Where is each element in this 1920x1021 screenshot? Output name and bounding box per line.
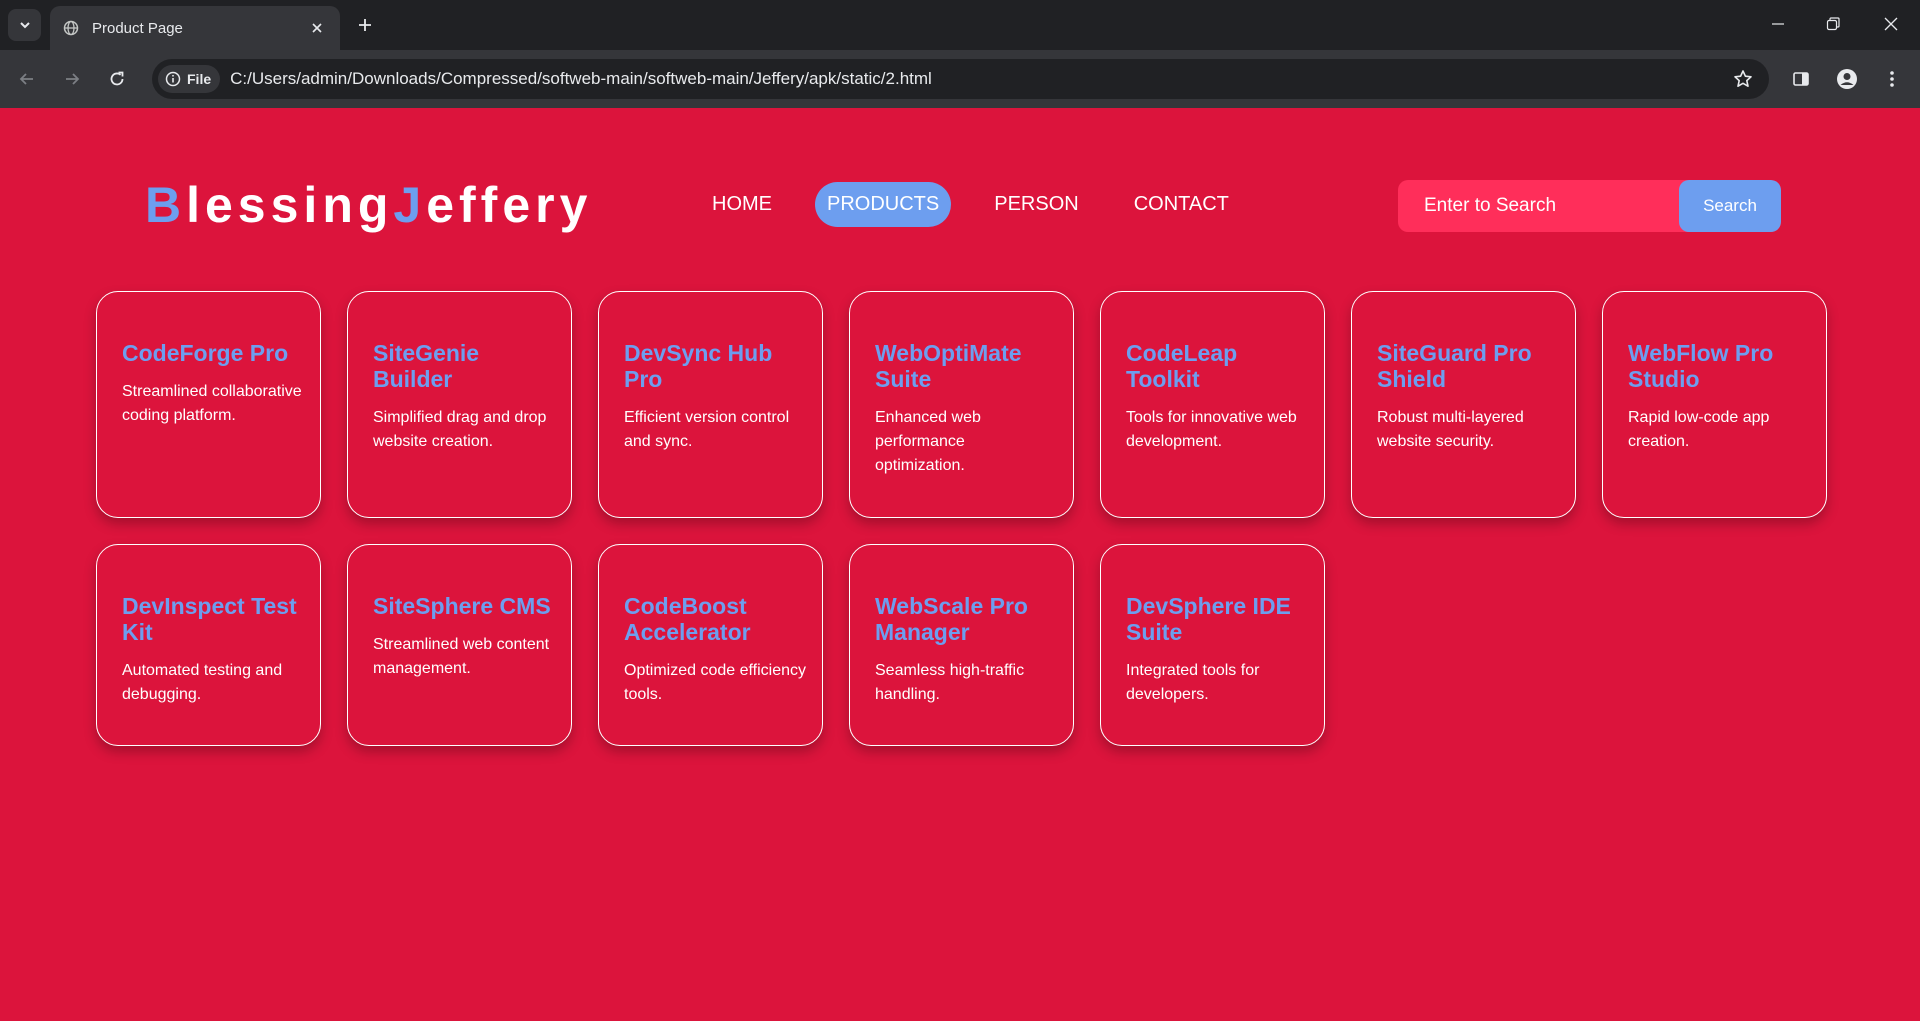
reload-button[interactable] (101, 63, 133, 95)
logo-initial-b: B (145, 177, 187, 233)
more-menu-icon[interactable] (1876, 63, 1908, 95)
browser-toolbar: File C:/Users/admin/Downloads/Compressed… (0, 50, 1920, 108)
product-title: WebFlow Pro Studio (1628, 340, 1774, 392)
product-card[interactable]: SiteGenie Builder Simplified drag and dro… (347, 291, 572, 518)
search-button[interactable]: Search (1679, 180, 1781, 232)
bookmark-star-icon[interactable] (1727, 63, 1759, 95)
globe-icon (62, 19, 80, 37)
product-card[interactable]: WebOptiMate Suite Enhanced web performanc… (849, 291, 1074, 518)
site-logo[interactable]: BlessingJeffery (145, 176, 592, 234)
product-card[interactable]: WebFlow Pro Studio Rapid low-code app cre… (1602, 291, 1827, 518)
product-title: CodeBoost Accelerator (624, 593, 751, 645)
arrow-left-icon (19, 73, 33, 85)
logo-last-rest: effery (426, 177, 593, 233)
product-title: DevSync Hub Pro (624, 340, 773, 392)
reload-icon (110, 71, 124, 86)
product-card[interactable]: DevInspect Test Kit Automated testing and… (96, 544, 321, 746)
product-card[interactable]: SiteSphere CMS Streamlined web content ma… (347, 544, 572, 746)
product-description: Rapid low-code app creation. (1628, 409, 1770, 450)
product-card[interactable]: CodeLeap Toolkit Tools for innovative web… (1100, 291, 1325, 518)
product-description: Streamlined collaborative coding platfor… (122, 383, 302, 424)
restore-icon (1826, 17, 1840, 31)
product-title: DevInspect Test Kit (122, 593, 297, 645)
page-content: BlessingJeffery HOME PRODUCTS PERSON CON… (0, 108, 1920, 1021)
product-description: Seamless high-traffic handling. (875, 662, 1025, 703)
product-card[interactable]: SiteGuard Pro Shield Robust multi-layered… (1351, 291, 1576, 518)
product-description: Automated testing and debugging. (122, 662, 283, 703)
restore-button[interactable] (1813, 8, 1853, 40)
nav-person[interactable]: PERSON (982, 182, 1090, 227)
product-description: Streamlined web content management. (373, 636, 550, 677)
back-button[interactable] (11, 63, 43, 95)
browser-tab-strip: Product Page (0, 0, 1920, 50)
site-info-chip[interactable]: File (158, 65, 221, 93)
product-description: Enhanced web performance optimization. (875, 409, 981, 474)
product-grid: CodeForge Pro Streamlined collaborative c… (96, 291, 1827, 746)
logo-first-rest: lessing (186, 177, 394, 233)
chevron-down-icon (19, 22, 30, 29)
plus-icon (359, 19, 371, 31)
product-card[interactable]: DevSync Hub Pro Efficient version control… (598, 291, 823, 518)
search-input[interactable] (1398, 180, 1679, 232)
close-tab-icon[interactable] (306, 17, 328, 39)
product-description: Simplified drag and drop website creatio… (373, 409, 547, 450)
info-icon (165, 71, 181, 87)
address-bar[interactable]: File C:/Users/admin/Downloads/Compressed… (152, 59, 1769, 99)
product-card[interactable]: CodeBoost Accelerator Optimized code effi… (598, 544, 823, 746)
product-description: Tools for innovative web development. (1126, 409, 1297, 450)
profile-avatar-icon[interactable] (1831, 63, 1863, 95)
product-description: Robust multi-layered website security. (1377, 409, 1524, 450)
product-card[interactable]: WebScale Pro Manager Seamless high-traffi… (849, 544, 1074, 746)
tab-search-button[interactable] (8, 9, 41, 41)
main-nav: HOME PRODUCTS PERSON CONTACT (700, 182, 1272, 227)
product-title: DevSphere IDE Suite (1126, 593, 1291, 645)
product-title: CodeLeap Toolkit (1126, 340, 1238, 392)
nav-home[interactable]: HOME (700, 182, 784, 227)
side-panel-icon[interactable] (1785, 63, 1817, 95)
nav-contact[interactable]: CONTACT (1122, 182, 1241, 227)
minimize-icon (1772, 23, 1784, 25)
product-description: Integrated tools for developers. (1126, 662, 1260, 703)
search-bar: Search (1398, 180, 1781, 232)
arrow-right-icon (66, 73, 80, 85)
close-window-button[interactable] (1871, 8, 1911, 40)
product-description: Efficient version control and sync. (624, 409, 790, 450)
product-card[interactable]: CodeForge Pro Streamlined collaborative c… (96, 291, 321, 518)
browser-tab[interactable]: Product Page (50, 6, 340, 50)
product-title: CodeForge Pro (122, 340, 289, 366)
minimize-button[interactable] (1758, 8, 1798, 40)
file-label: File (187, 71, 212, 87)
product-title: SiteGenie Builder (373, 340, 480, 392)
product-card[interactable]: DevSphere IDE Suite Integrated tools for … (1100, 544, 1325, 746)
forward-button[interactable] (56, 63, 88, 95)
product-title: WebOptiMate Suite (875, 340, 1022, 392)
product-title: WebScale Pro Manager (875, 593, 1028, 645)
tab-title: Product Page (92, 19, 183, 37)
nav-products[interactable]: PRODUCTS (815, 182, 952, 227)
product-description: Optimized code efficiency tools. (624, 662, 807, 703)
new-tab-button[interactable] (352, 12, 378, 38)
product-title: SiteSphere CMS (373, 593, 551, 619)
product-title: SiteGuard Pro Shield (1377, 340, 1532, 392)
url-text[interactable]: C:/Users/admin/Downloads/Compressed/soft… (230, 69, 1727, 89)
logo-initial-j: J (393, 177, 427, 233)
close-icon (1884, 17, 1898, 31)
